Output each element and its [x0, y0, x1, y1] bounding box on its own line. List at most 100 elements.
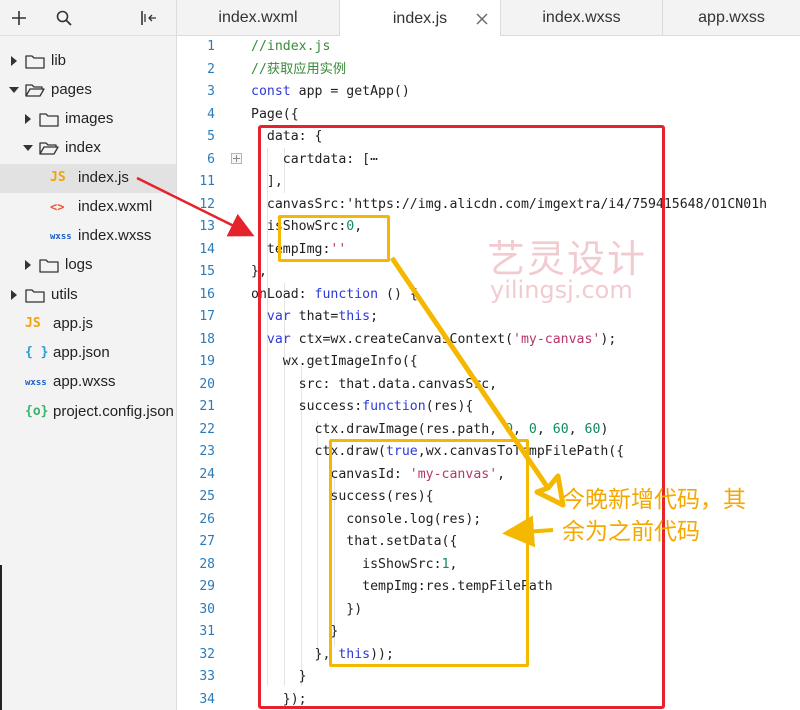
chevron-right-icon[interactable]: [8, 55, 20, 67]
line-number: 4: [207, 106, 215, 122]
tree-item-app-wxss[interactable]: wxss app.wxss: [0, 368, 176, 397]
line-number: 16: [199, 286, 215, 302]
line-number: 2: [207, 61, 215, 77]
tree-item-label: index: [65, 139, 101, 156]
sidebar-toolbar: [0, 0, 176, 36]
config-file-icon: {o}: [25, 404, 49, 419]
line-number: 26: [199, 511, 215, 527]
tree-item-utils[interactable]: utils: [0, 281, 176, 310]
tab-index-wxml[interactable]: index.wxml: [177, 0, 340, 36]
tree-item-index-wxml[interactable]: <> index.wxml: [0, 193, 176, 222]
line-number: 30: [199, 601, 215, 617]
chevron-down-icon[interactable]: [22, 142, 34, 154]
tree-item-label: project.config.json: [53, 403, 174, 420]
callout-line-1: 今晚新增代码，其: [562, 487, 746, 513]
folder-open-icon: [39, 141, 59, 160]
tree-item-lib[interactable]: lib: [0, 47, 176, 76]
tree-item-label: images: [65, 110, 114, 127]
line-number: 25: [199, 489, 215, 504]
json-file-icon: { }: [25, 345, 49, 360]
line-number: 18: [199, 331, 215, 347]
code-line: Page({: [251, 106, 299, 122]
tree-item-images[interactable]: images: [0, 105, 176, 134]
line-number-gutter: 1 2 3 4 5 6 11 12 13 14 15 16 17 18 19 20 21 22 23 24 25 26 27…: [177, 36, 221, 710]
wxml-file-icon: <>: [50, 200, 65, 214]
chevron-right-icon[interactable]: [22, 113, 34, 125]
close-icon[interactable]: [476, 12, 488, 25]
tree-item-label: app.json: [53, 344, 110, 361]
tree-item-app-json[interactable]: { } app.json: [0, 339, 176, 368]
line-number: 3: [207, 84, 215, 99]
tab-index-wxss[interactable]: index.wxss: [501, 0, 663, 36]
tab-app-wxss[interactable]: app.wxss: [663, 0, 800, 36]
line-number: 21: [199, 399, 215, 414]
line-number: 15: [199, 264, 215, 279]
yellow-highlight-box-draw: [329, 439, 529, 667]
callout-line-2: 余为之前代码: [562, 519, 700, 545]
tree-item-logs[interactable]: logs: [0, 251, 176, 280]
chevron-right-icon[interactable]: [8, 289, 20, 301]
tree-item-label: lib: [51, 52, 67, 69]
tree-item-index[interactable]: index: [0, 134, 176, 163]
line-number: 23: [199, 444, 215, 459]
line-number: 28: [199, 556, 215, 572]
tree-item-app-js[interactable]: JS app.js: [0, 310, 176, 339]
tree-item-label: index.js: [78, 169, 129, 186]
code-line: const app = getApp(): [251, 84, 410, 99]
fold-expand-icon[interactable]: [231, 153, 242, 164]
line-number: 24: [199, 466, 215, 482]
js-file-icon: JS: [25, 316, 41, 331]
search-icon[interactable]: [53, 7, 75, 29]
code-line: //index.js: [251, 39, 331, 54]
line-number: 32: [199, 646, 215, 662]
tab-label: index.wxss: [542, 9, 621, 26]
editor-tab-bar: index.wxml index.js index.wxss app.wxss: [177, 0, 800, 37]
tab-label: index.js: [392, 9, 448, 27]
window-edge: [0, 565, 2, 710]
line-number: 20: [199, 376, 215, 392]
line-number: 33: [199, 669, 215, 684]
plus-icon[interactable]: [8, 7, 30, 29]
line-number: 29: [199, 579, 215, 594]
chevron-right-icon[interactable]: [22, 259, 34, 271]
tree-item-project-config-json[interactable]: {o} project.config.json: [0, 398, 176, 427]
line-number: 34: [199, 691, 215, 707]
tree-item-label: pages: [51, 81, 92, 98]
annotation-callout: 今晚新增代码，其 余为之前代码: [562, 484, 800, 548]
folder-icon: [39, 112, 59, 131]
tab-label: app.wxss: [698, 9, 765, 26]
tree-item-label: app.wxss: [53, 373, 116, 390]
folder-icon: [25, 288, 45, 307]
line-number: 31: [199, 624, 215, 639]
wxss-file-icon: wxss: [50, 232, 72, 242]
chevron-down-icon[interactable]: [8, 84, 20, 96]
tree-item-index-js[interactable]: JS index.js: [0, 164, 176, 193]
tree-item-label: index.wxss: [78, 227, 152, 244]
folder-icon: [25, 54, 45, 73]
wxss-file-icon: wxss: [25, 378, 47, 388]
code-line: //获取应用实例: [251, 61, 347, 77]
collapse-panel-icon[interactable]: [138, 7, 160, 29]
line-number: 14: [199, 241, 215, 257]
tree-item-label: index.wxml: [78, 198, 153, 215]
line-number: 27: [199, 534, 215, 549]
folder-icon: [39, 258, 59, 277]
js-file-icon: JS: [50, 170, 66, 185]
line-number: 1: [207, 39, 215, 54]
line-number: 5: [207, 129, 215, 144]
line-number: 12: [199, 196, 215, 212]
tree-item-label: app.js: [53, 315, 94, 332]
line-number: 22: [199, 421, 215, 437]
tree-item-label: utils: [51, 286, 78, 303]
line-number: 17: [199, 309, 215, 324]
file-explorer-sidebar: lib pages images index JS index.js <> index.wxm…: [0, 0, 177, 710]
folder-open-icon: [25, 83, 45, 102]
line-number: 19: [199, 354, 215, 369]
tab-label: index.wxml: [218, 9, 298, 26]
tab-index-js[interactable]: index.js: [340, 0, 501, 37]
tree-item-pages[interactable]: pages: [0, 76, 176, 105]
line-number: 13: [199, 219, 215, 234]
tree-item-label: logs: [65, 256, 93, 273]
tree-item-index-wxss[interactable]: wxss index.wxss: [0, 222, 176, 251]
line-number: 6: [207, 151, 215, 167]
